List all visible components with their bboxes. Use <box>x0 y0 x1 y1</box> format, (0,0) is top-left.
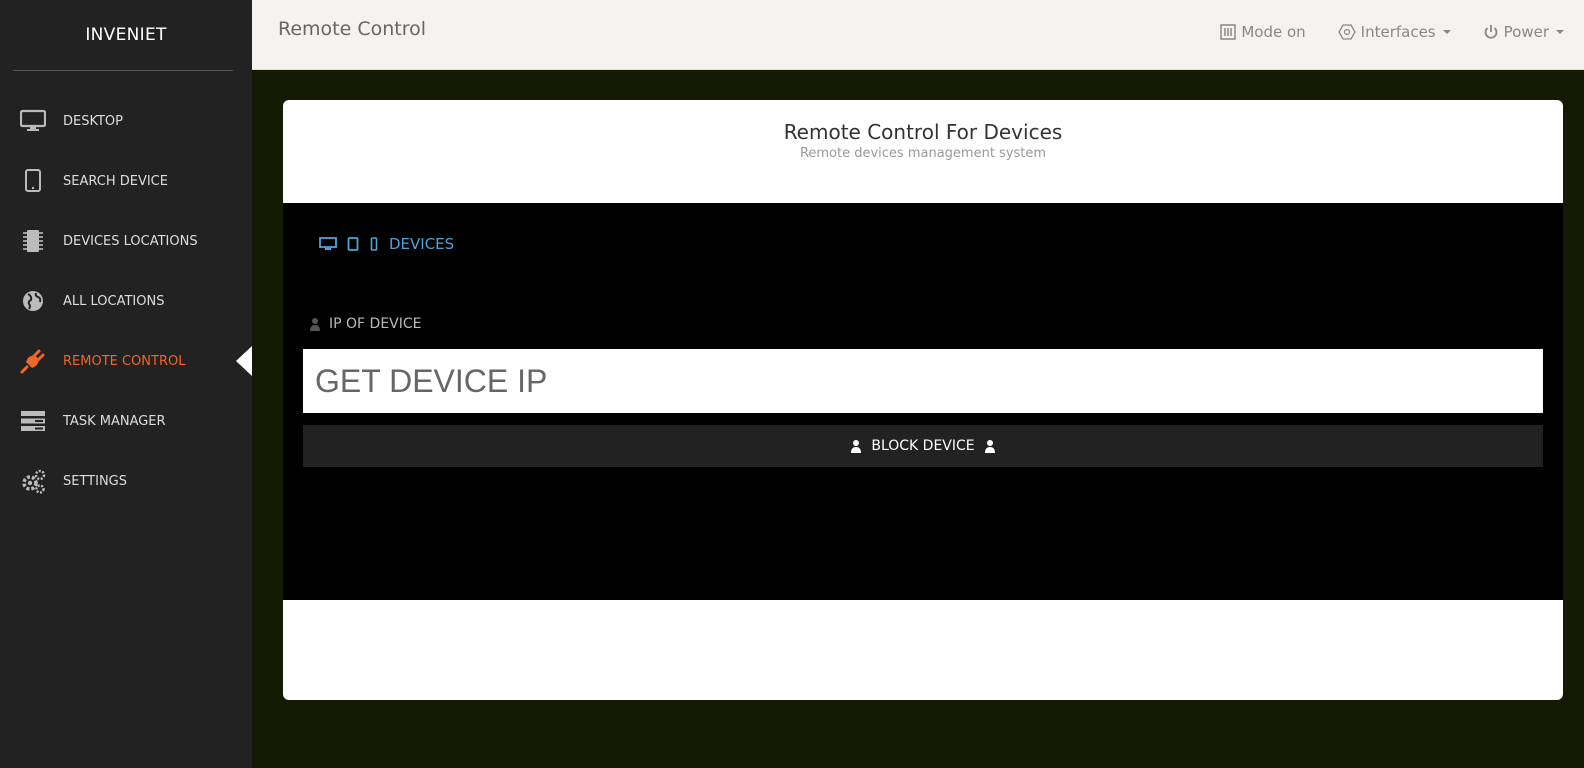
block-device-button[interactable]: BLOCK DEVICE <box>303 425 1543 467</box>
monitor-icon <box>319 237 337 250</box>
ip-label: IP OF DEVICE <box>309 316 422 332</box>
server-icon <box>20 408 46 434</box>
sidebar-item-search-device[interactable]: SEARCH DEVICE <box>0 151 252 211</box>
sidebar-item-label: ALL LOCATIONS <box>63 293 165 309</box>
monitor-icon <box>20 108 46 134</box>
sidebar-item-label: SETTINGS <box>63 473 128 489</box>
caret-down-icon <box>1556 30 1564 34</box>
sidebar-item-settings[interactable]: SETTINGS <box>0 451 252 511</box>
sidebar-item-label: REMOTE CONTROL <box>63 353 186 369</box>
tab-devices-label: DEVICES <box>389 235 455 253</box>
mobile-icon <box>370 237 378 251</box>
top-navbar: Remote Control Mode on Interfaces Power <box>252 0 1584 70</box>
chip-icon <box>20 228 46 254</box>
sidebar-item-label: DEVICES LOCATIONS <box>63 233 198 249</box>
sidebar-item-devices-locations[interactable]: DEVICES LOCATIONS <box>0 211 252 271</box>
card-title: Remote Control For Devices <box>783 120 1063 144</box>
card-subtitle: Remote devices management system <box>799 146 1047 161</box>
sidebar-item-label: DESKTOP <box>63 113 124 129</box>
globe-icon <box>20 288 46 314</box>
interfaces-dropdown[interactable]: Interfaces <box>1337 23 1451 41</box>
block-device-label: BLOCK DEVICE <box>871 438 975 454</box>
hexagon-icon <box>1337 24 1356 40</box>
card-header: Remote Control For Devices Remote device… <box>283 100 1563 203</box>
gears-icon <box>20 468 46 494</box>
sidebar-item-desktop[interactable]: DESKTOP <box>0 91 252 151</box>
caret-down-icon <box>1442 30 1451 34</box>
sidebar-item-label: SEARCH DEVICE <box>63 173 168 189</box>
user-icon <box>984 440 995 453</box>
sidebar-nav: DESKTOP SEARCH DEVICE DEVICES LOCATIONS … <box>0 91 252 511</box>
tablet-icon <box>20 168 46 194</box>
mode-label: Mode on <box>1241 23 1306 41</box>
sidebar-item-all-locations[interactable]: ALL LOCATIONS <box>0 271 252 331</box>
power-dropdown[interactable]: Power <box>1483 23 1564 41</box>
mode-toggle[interactable]: Mode on <box>1220 23 1306 41</box>
tab-devices[interactable]: DEVICES <box>319 235 454 253</box>
interfaces-label: Interfaces <box>1360 23 1436 41</box>
top-actions: Mode on Interfaces Power <box>1220 0 1584 64</box>
equalizer-icon <box>1220 24 1237 40</box>
remote-control-card: Remote Control For Devices Remote device… <box>283 100 1563 700</box>
brand-divider <box>13 70 233 71</box>
page-title: Remote Control <box>278 18 427 40</box>
user-icon <box>310 318 320 331</box>
sidebar: INVENIET DESKTOP SEARCH DEVICE DEVICES L… <box>0 0 252 768</box>
power-icon <box>1484 25 1497 39</box>
sidebar-item-task-manager[interactable]: TASK MANAGER <box>0 391 252 451</box>
sidebar-item-label: TASK MANAGER <box>63 413 166 429</box>
plug-icon <box>20 348 46 374</box>
tablet-icon <box>347 237 359 251</box>
brand-logo[interactable]: INVENIET <box>0 0 252 70</box>
power-label: Power <box>1503 23 1549 41</box>
card-body: DEVICES IP OF DEVICE BLOCK DEVICE <box>283 203 1563 600</box>
user-icon <box>851 440 862 453</box>
device-ip-input[interactable] <box>303 349 1543 413</box>
ip-label-text: IP OF DEVICE <box>329 316 422 332</box>
sidebar-item-remote-control[interactable]: REMOTE CONTROL <box>0 331 252 391</box>
